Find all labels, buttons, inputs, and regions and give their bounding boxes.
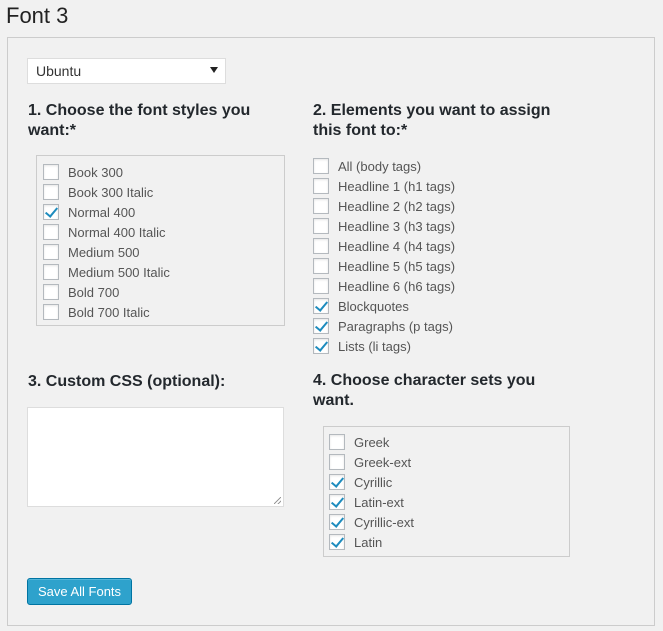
font-family-select[interactable]: Ubuntu (27, 58, 226, 84)
checkbox-checked-icon[interactable] (329, 514, 345, 530)
font-style-option-label: Bold 700 Italic (68, 304, 150, 320)
font-style-option[interactable]: Normal 400 (43, 202, 135, 222)
element-option[interactable]: Headline 6 (h6 tags) (313, 276, 455, 296)
checkbox-icon[interactable] (43, 184, 59, 200)
checkbox-checked-icon[interactable] (329, 534, 345, 550)
element-option[interactable]: Lists (li tags) (313, 336, 411, 356)
element-option-label: Paragraphs (p tags) (338, 318, 453, 334)
element-option[interactable]: All (body tags) (313, 156, 421, 176)
element-option[interactable]: Headline 2 (h2 tags) (313, 196, 455, 216)
checkbox-icon[interactable] (43, 284, 59, 300)
font-style-option-label: Book 300 (68, 164, 123, 180)
element-option-label: Headline 4 (h4 tags) (338, 238, 456, 254)
checkbox-checked-icon[interactable] (329, 494, 345, 510)
checkbox-checked-icon[interactable] (43, 204, 59, 220)
charset-option-label: Latin-ext (354, 494, 404, 510)
checkbox-icon[interactable] (313, 258, 329, 274)
checkbox-checked-icon[interactable] (329, 474, 345, 490)
font-style-option[interactable]: Bold 700 Italic (43, 302, 150, 322)
checkbox-icon[interactable] (313, 278, 329, 294)
charset-option-label: Cyrillic-ext (354, 514, 414, 530)
save-all-fonts-button[interactable]: Save All Fonts (27, 578, 132, 605)
checkbox-icon[interactable] (313, 238, 329, 254)
element-option-label: Blockquotes (338, 298, 409, 314)
element-option[interactable]: Headline 3 (h3 tags) (313, 216, 455, 236)
chevron-down-icon (210, 67, 218, 73)
checkbox-checked-icon[interactable] (313, 298, 329, 314)
checkbox-icon[interactable] (313, 158, 329, 174)
element-option[interactable]: Headline 5 (h5 tags) (313, 256, 455, 276)
font-style-option-label: Medium 500 Italic (68, 264, 170, 280)
font-style-option[interactable]: Medium 500 Italic (43, 262, 170, 282)
element-option-label: All (body tags) (338, 158, 422, 174)
charset-option[interactable]: Cyrillic-ext (329, 512, 414, 532)
charset-option[interactable]: Greek-ext (329, 452, 411, 472)
font-style-option[interactable]: Book 300 Italic (43, 182, 153, 202)
element-option-label: Headline 3 (h3 tags) (338, 218, 456, 234)
element-option-label: Headline 1 (h1 tags) (338, 178, 456, 194)
custom-css-heading: 3. Custom CSS (optional): (28, 373, 226, 390)
element-option-label: Headline 6 (h6 tags) (338, 278, 456, 294)
font-style-option-label: Bold 700 (68, 284, 120, 300)
font-family-select-value: Ubuntu (36, 63, 82, 79)
checkbox-icon[interactable] (43, 164, 59, 180)
font-style-option-label: Normal 400 (68, 204, 136, 220)
element-option[interactable]: Headline 1 (h1 tags) (313, 176, 455, 196)
checkbox-icon[interactable] (313, 178, 329, 194)
element-option-label: Headline 2 (h2 tags) (338, 198, 456, 214)
element-option-label: Headline 5 (h5 tags) (338, 258, 456, 274)
font-style-option-label: Medium 500 (68, 244, 140, 260)
checkbox-checked-icon[interactable] (313, 318, 329, 334)
custom-css-textarea[interactable] (27, 407, 284, 507)
element-option[interactable]: Headline 4 (h4 tags) (313, 236, 455, 256)
charset-option-label: Latin (354, 534, 383, 550)
font-style-option-label: Book 300 Italic (68, 184, 154, 200)
checkbox-icon[interactable] (43, 244, 59, 260)
elements-heading: 2. Elements you want to assign this font… (313, 102, 551, 139)
checkbox-icon[interactable] (313, 218, 329, 234)
checkbox-icon[interactable] (43, 264, 59, 280)
charset-option-label: Cyrillic (354, 474, 393, 490)
resize-handle-icon[interactable] (274, 497, 281, 504)
page-title: Font 3 (6, 3, 69, 28)
charset-option[interactable]: Latin-ext (329, 492, 404, 512)
element-option[interactable]: Paragraphs (p tags) (313, 316, 453, 336)
font-style-option[interactable]: Bold 700 (43, 282, 119, 302)
charset-option-label: Greek-ext (354, 454, 412, 470)
checkbox-icon[interactable] (329, 434, 345, 450)
charset-option[interactable]: Cyrillic (329, 472, 392, 492)
checkbox-checked-icon[interactable] (313, 338, 329, 354)
font-style-option[interactable]: Book 300 (43, 162, 123, 182)
checkbox-icon[interactable] (43, 304, 59, 320)
element-option-label: Lists (li tags) (338, 338, 411, 354)
charset-option[interactable]: Latin (329, 532, 382, 552)
charset-option[interactable]: Greek (329, 432, 389, 452)
font-style-option[interactable]: Medium 500 (43, 242, 140, 262)
checkbox-icon[interactable] (329, 454, 345, 470)
element-option[interactable]: Blockquotes (313, 296, 409, 316)
font-styles-heading: 1. Choose the font styles you want:* (28, 102, 251, 139)
character-sets-heading: 4. Choose character sets you want. (313, 372, 536, 409)
checkbox-icon[interactable] (43, 224, 59, 240)
charset-option-label: Greek (354, 434, 390, 450)
checkbox-icon[interactable] (313, 198, 329, 214)
font-style-option-label: Normal 400 Italic (68, 224, 166, 240)
font-style-option[interactable]: Normal 400 Italic (43, 222, 166, 242)
